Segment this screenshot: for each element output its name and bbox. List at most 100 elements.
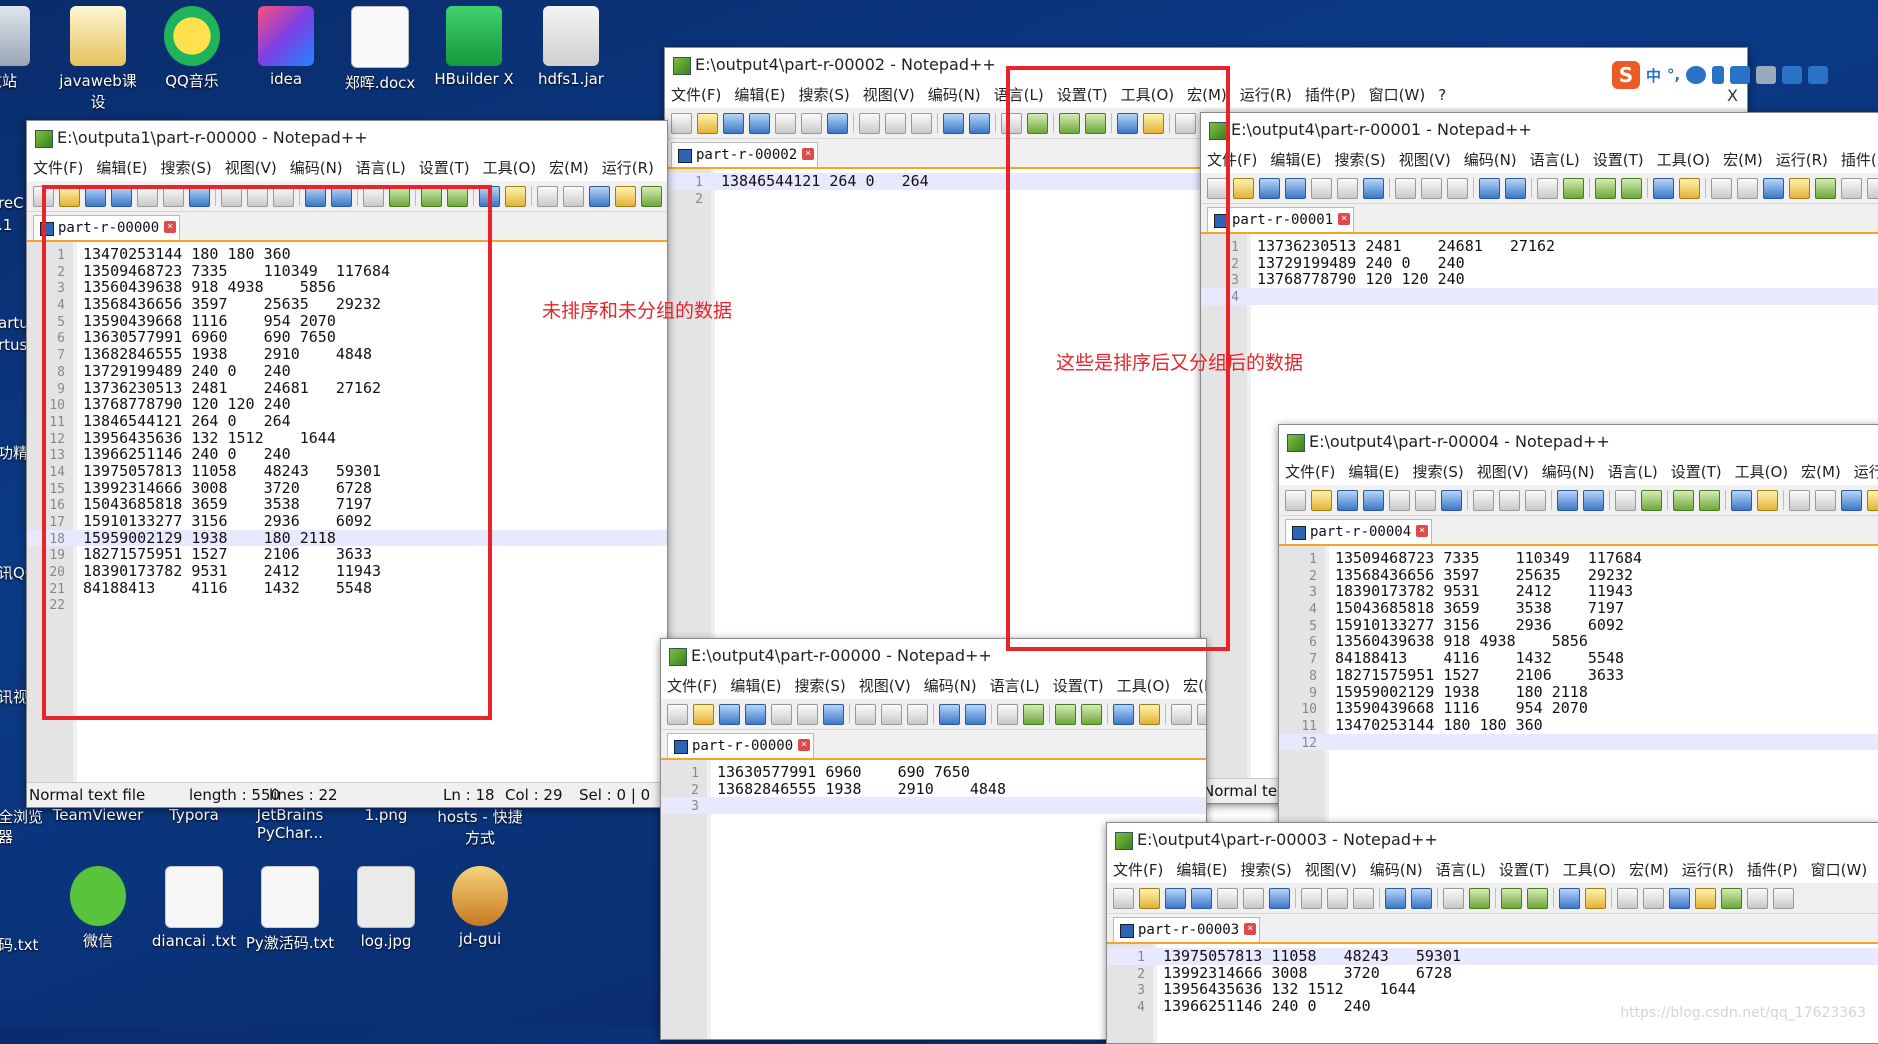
find-icon[interactable] [997, 703, 1018, 725]
menu-item[interactable]: 编辑(E) [96, 159, 147, 177]
all-chars-icon[interactable] [1737, 177, 1758, 199]
replace-icon[interactable] [1641, 489, 1662, 511]
desktop-icon-label[interactable]: 1.png [340, 806, 432, 824]
menu-item[interactable]: 语言(L) [1608, 463, 1658, 481]
menu-item[interactable]: 工具(O) [1117, 677, 1171, 695]
paste-icon[interactable] [907, 703, 928, 725]
menu-item[interactable]: 视图(V) [863, 86, 915, 104]
menu-item[interactable]: 语言(L) [1436, 861, 1486, 879]
desktop-icon-label[interactable]: JetBrains PyChar... [244, 806, 336, 842]
sync-h-icon[interactable] [1585, 887, 1606, 909]
desktop-icon[interactable]: Py激活码.txt [244, 866, 336, 953]
indent-guide-icon[interactable] [1763, 177, 1784, 199]
menu-item[interactable]: 编辑(E) [1176, 861, 1227, 879]
indent-guide-icon[interactable] [1669, 887, 1690, 909]
desktop-icon-label[interactable]: TeamViewer [52, 806, 144, 824]
menu-item[interactable]: 编码(N) [924, 677, 977, 695]
menu-item[interactable]: 设置(T) [1671, 463, 1722, 481]
replace-icon[interactable] [1469, 887, 1490, 909]
undo-icon[interactable] [1479, 177, 1500, 199]
undo-icon[interactable] [1557, 489, 1578, 511]
ime-punct-mode[interactable]: °, [1667, 66, 1680, 84]
wrap-icon[interactable] [1171, 703, 1192, 725]
close-icon[interactable] [771, 703, 792, 725]
menu-item[interactable]: 运行(R) [1682, 861, 1734, 879]
paste-icon[interactable] [1525, 489, 1546, 511]
menu-item[interactable]: 插件(P) [1841, 151, 1878, 169]
file-tab[interactable]: part-r-00000 × [667, 733, 815, 758]
cut-icon[interactable] [1395, 177, 1416, 199]
menu-item[interactable]: 视图(V) [1477, 463, 1529, 481]
all-chars-icon[interactable] [563, 185, 584, 207]
menu-item[interactable]: 宏(M) [1629, 861, 1669, 879]
close-all-icon[interactable] [797, 703, 818, 725]
sync-v-icon[interactable] [1113, 703, 1134, 725]
monitor-icon[interactable] [1867, 177, 1878, 199]
save-icon[interactable] [719, 703, 740, 725]
close-tab-icon[interactable]: × [798, 739, 811, 751]
cut-icon[interactable] [1301, 887, 1322, 909]
menu-item[interactable]: 搜索(S) [799, 86, 850, 104]
save-icon[interactable] [1259, 177, 1280, 199]
copy-icon[interactable] [1499, 489, 1520, 511]
redo-icon[interactable] [1583, 489, 1604, 511]
cut-icon[interactable] [855, 703, 876, 725]
desktop-icon[interactable]: 收站 [0, 6, 48, 91]
redo-icon[interactable] [965, 703, 986, 725]
menu-item[interactable]: 文件(F) [1113, 861, 1163, 879]
find-icon[interactable] [1537, 177, 1558, 199]
print-icon[interactable] [1269, 887, 1290, 909]
file-tab[interactable]: part-r-00002 × [671, 142, 819, 167]
close-all-icon[interactable] [1243, 887, 1264, 909]
zoom-out-icon[interactable] [1081, 703, 1102, 725]
sync-v-icon[interactable] [1559, 887, 1580, 909]
save-all-icon[interactable] [745, 703, 766, 725]
open-file-icon[interactable] [1139, 887, 1160, 909]
open-file-icon[interactable] [1311, 489, 1332, 511]
monitor-icon[interactable] [1773, 887, 1794, 909]
editor-area[interactable]: 1 13975057813 11058 48243 59301 2 139923146… [1107, 944, 1878, 1043]
menu-item[interactable]: 文件(F) [671, 86, 721, 104]
menu-item[interactable]: 工具(O) [1563, 861, 1617, 879]
menu-item[interactable]: 编码(N) [1542, 463, 1595, 481]
wrap-icon[interactable] [1789, 489, 1810, 511]
function-list-icon[interactable] [641, 185, 662, 207]
menu-item[interactable]: 插件(P) [1747, 861, 1798, 879]
function-list-icon[interactable] [1721, 887, 1742, 909]
save-icon[interactable] [1337, 489, 1358, 511]
desktop-icon[interactable]: jd-gui [434, 866, 526, 948]
close-icon[interactable] [775, 112, 796, 134]
close-icon[interactable] [1217, 887, 1238, 909]
indent-guide-icon[interactable] [1841, 489, 1862, 511]
desktop-icon[interactable]: 郑晖.docx [334, 6, 426, 93]
sync-v-icon[interactable] [1653, 177, 1674, 199]
window-title-bar[interactable]: E:\output4\part-r-00004 - Notepad++ [1279, 425, 1878, 459]
close-tab-icon[interactable]: × [1338, 213, 1351, 225]
menu-item[interactable]: 搜索(S) [1335, 151, 1386, 169]
folder-icon[interactable] [1841, 177, 1862, 199]
menu-item[interactable]: 编码(N) [290, 159, 343, 177]
window-title-bar[interactable]: E:\output4\part-r-00003 - Notepad++ [1107, 823, 1878, 857]
ime-toolbar[interactable]: S 中 °, [1612, 61, 1829, 89]
zoom-in-icon[interactable] [1501, 887, 1522, 909]
desktop-icon-label[interactable]: hosts - 快捷方式 [434, 806, 526, 848]
paste-icon[interactable] [1447, 177, 1468, 199]
menu-item[interactable]: 视图(V) [1305, 861, 1357, 879]
new-file-icon[interactable] [667, 703, 688, 725]
menu-item[interactable]: 编辑(E) [1348, 463, 1399, 481]
menu-item[interactable]: 搜索(S) [1241, 861, 1292, 879]
save-all-icon[interactable] [1285, 177, 1306, 199]
new-file-icon[interactable] [1113, 887, 1134, 909]
print-icon[interactable] [823, 703, 844, 725]
new-file-icon[interactable] [1285, 489, 1306, 511]
close-icon[interactable] [1389, 489, 1410, 511]
wrap-icon[interactable] [1617, 887, 1638, 909]
sogou-ime-icon[interactable]: S [1612, 61, 1640, 89]
desktop-icon[interactable]: HBuilder X [428, 6, 520, 88]
desktop-icon[interactable]: 微信 [52, 866, 144, 951]
replace-icon[interactable] [1023, 703, 1044, 725]
open-file-icon[interactable] [1233, 177, 1254, 199]
menu-item[interactable]: 设置(T) [419, 159, 470, 177]
menu-item[interactable]: 文件(F) [1285, 463, 1335, 481]
sync-h-icon[interactable] [1139, 703, 1160, 725]
